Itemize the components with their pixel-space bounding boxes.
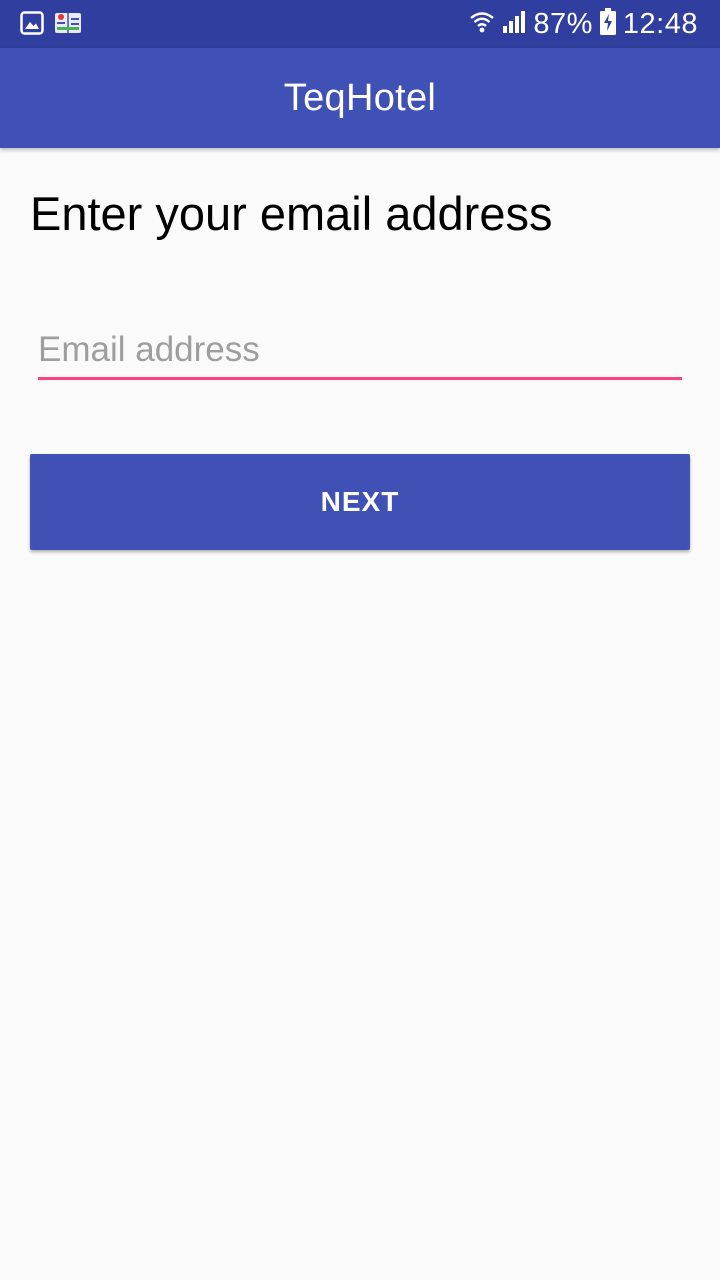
clock: 12:48 bbox=[622, 7, 698, 40]
battery-charging-icon bbox=[599, 7, 617, 41]
gallery-icon bbox=[20, 11, 44, 40]
battery-percent: 87% bbox=[533, 7, 593, 40]
page-heading: Enter your email address bbox=[30, 187, 553, 240]
book-app-icon bbox=[54, 10, 82, 41]
wifi-icon bbox=[469, 9, 495, 40]
next-button[interactable]: NEXT bbox=[30, 454, 690, 550]
app-bar: TeqHotel bbox=[0, 48, 720, 148]
signal-icon bbox=[501, 9, 527, 40]
app-title: TeqHotel bbox=[283, 76, 437, 119]
status-bar: 87% 12:48 bbox=[0, 0, 720, 48]
email-field[interactable] bbox=[38, 322, 682, 380]
